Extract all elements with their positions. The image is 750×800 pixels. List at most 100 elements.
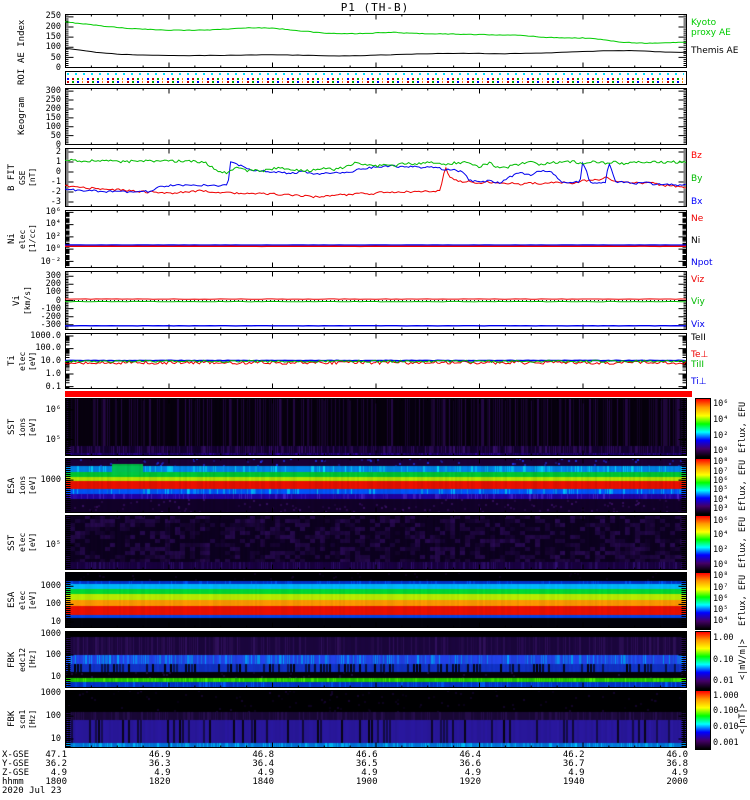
- keogram-ytick: 150: [45, 112, 61, 123]
- sst_ions-cbtick: 10²: [713, 431, 729, 442]
- bfit-legend-bz: Bz: [691, 150, 702, 161]
- bfit-legend-bx: Bx: [691, 196, 703, 207]
- fbk_e-ylabel: edc12: [18, 647, 27, 672]
- fbk_e-cbtick: 1.00: [713, 632, 734, 643]
- fbk_e-cbtick: 0.10: [713, 654, 734, 665]
- vi-legend-viz: Viz: [691, 274, 705, 285]
- esa_elec-colorbar: [695, 572, 711, 630]
- sst_ions-cbtitle: Eflux, EFU: [738, 401, 748, 453]
- ti-legend-teii: TeII: [691, 333, 706, 344]
- sst_ions-ylabel: [eV]: [28, 417, 37, 437]
- fbk_e-ylabel: FBK: [7, 651, 17, 668]
- ae-series-themis-ae: [64, 47, 687, 57]
- sst_ions-cbtick: 10⁴: [713, 415, 729, 426]
- ni-legend-ni: Ni: [691, 235, 701, 246]
- date-label: 2020 Jul 23: [2, 786, 62, 796]
- fbk_b-cbtick: 1.000: [713, 690, 739, 701]
- ti-legend-ti⊥: Ti⊥: [691, 376, 707, 387]
- roi-flag-row-0: [67, 73, 684, 76]
- bfit-axes: [64, 148, 687, 207]
- keogram-ytick: 100: [45, 121, 61, 132]
- fbk_b-ylabel: scm1: [18, 709, 27, 729]
- esa_ions-cbtick: 10³: [713, 503, 729, 514]
- esa_ions-cbtitle: Eflux, EFU: [738, 459, 748, 512]
- keogram-ytick: 250: [45, 94, 61, 105]
- ae-ytick: 200: [45, 21, 61, 32]
- ti-ylabel: Ti: [7, 355, 17, 367]
- vi-legend-viy: Viy: [691, 297, 705, 308]
- sst_ions-colorbar: [695, 398, 711, 458]
- esa_elec-cbtick: 10⁶: [713, 593, 729, 604]
- keogram-ytick: 200: [45, 103, 61, 114]
- themis-overview-plot: P1 (TH-B) 0 50 100 150 200 250 AE Index Kyoto p…: [0, 0, 750, 800]
- axis-value-hhmm-1: 1820: [148, 777, 171, 787]
- fbk_e-cbtitle: <|mV/m|>: [738, 639, 748, 680]
- axis-value-hhmm-4: 1920: [459, 777, 481, 787]
- ti-axes: [64, 333, 687, 389]
- bfit-series-b-green: [64, 158, 687, 175]
- esa_elec-cbtick: 10⁴: [713, 616, 729, 627]
- sst_elec-cbtick: 10⁴: [713, 530, 729, 541]
- ni-ylabel: elec: [18, 229, 27, 249]
- ni-legend-npot: Npot: [691, 257, 713, 268]
- sst_ions-ylabel: SST: [7, 418, 17, 436]
- bfit-ylabel: B FIT: [7, 163, 17, 192]
- axis-value-hhmm-5: 1940: [562, 777, 585, 787]
- ni-ylabel: Ni: [7, 233, 17, 245]
- axis-value-hhmm-2: 1840: [252, 777, 274, 787]
- vi-axes: [64, 271, 687, 330]
- roi-ylabel: ROI: [17, 68, 27, 85]
- ae-legend-themis-ae: Themis AE: [691, 46, 739, 57]
- fbk_b-cbtitle: <|nT|>: [738, 703, 748, 735]
- fbk_e-ylabel: [Hz]: [28, 649, 37, 670]
- vi-ylabel: Vi: [12, 295, 22, 306]
- axis-value-hhmm-6: 2000: [666, 777, 688, 787]
- fbk_e-colorbar: [695, 631, 711, 690]
- fbk_b-colorbar: [695, 690, 711, 750]
- vi-series-viy: [64, 300, 687, 303]
- esa_ions-ylabel: ions: [18, 475, 27, 496]
- ae-legend-kyoto: Kyoto proxy AE: [691, 18, 731, 38]
- esa_elec-ylabel: ESA: [7, 591, 17, 609]
- esa_ions-ylabel: [eV]: [28, 475, 37, 496]
- sst_elec-cbtick: 10⁰: [713, 560, 729, 571]
- sst_elec-colorbar: [695, 515, 711, 572]
- sst_ions-axes: [65, 398, 687, 456]
- sst_elec-ylabel: elec: [18, 532, 27, 553]
- sst_elec-axes: [65, 515, 687, 570]
- sst_elec-cbtick: 10²: [713, 545, 729, 556]
- fbk_b-ylabel: [Hz]: [28, 709, 37, 729]
- fbk_e-cbtick: 0.01: [713, 676, 734, 687]
- ae-ytick: 50: [50, 52, 61, 63]
- bfit-ylabel: GSE: [18, 170, 27, 185]
- ae-axes: [64, 14, 687, 68]
- sst_ions-cbtick: 10⁶: [713, 398, 729, 409]
- esa_elec-ylabel: elec: [18, 590, 27, 610]
- esa_elec-cbtick: 10⁵: [713, 605, 729, 616]
- ae-ytick: 250: [45, 11, 61, 22]
- roi-flag-row-1: [67, 77, 684, 80]
- ae-ytick: 150: [45, 32, 61, 43]
- axis-value-hhmm-3: 1900: [355, 777, 378, 787]
- esa_elec-axes: [65, 572, 687, 628]
- fbk_b-cbtick: 0.010: [713, 722, 739, 733]
- fbk_b-axes: [65, 690, 687, 748]
- keogram-ytick: 50: [50, 130, 61, 141]
- keogram-axes: [65, 88, 687, 145]
- ti-legend-tiii: TiII: [691, 360, 705, 370]
- sst_ions-cbtick: 10⁰: [713, 446, 729, 457]
- ae-series-kyoto-proxy-ae: [64, 21, 687, 44]
- bfit-series-b-blue: [64, 161, 687, 194]
- ti-ylabel: elec: [18, 351, 27, 371]
- sst_elec-ylabel: SST: [7, 534, 17, 551]
- keogram-ylabel: Keogram: [17, 97, 27, 136]
- fbk_b-ylabel: FBK: [7, 710, 17, 728]
- ni-legend-ne: Ne: [691, 213, 704, 224]
- vi-ylabel: [km/s]: [23, 286, 32, 315]
- ae-ylabel: AE Index: [17, 19, 27, 63]
- esa_elec-cbtitle: Eflux, EFU: [738, 574, 748, 626]
- ni-axes: [64, 210, 687, 268]
- esa_ions-axes: [65, 458, 687, 513]
- sst_elec-cbtitle: Eflux, EFU: [738, 516, 748, 569]
- esa_ions-ylabel: ESA: [7, 477, 17, 494]
